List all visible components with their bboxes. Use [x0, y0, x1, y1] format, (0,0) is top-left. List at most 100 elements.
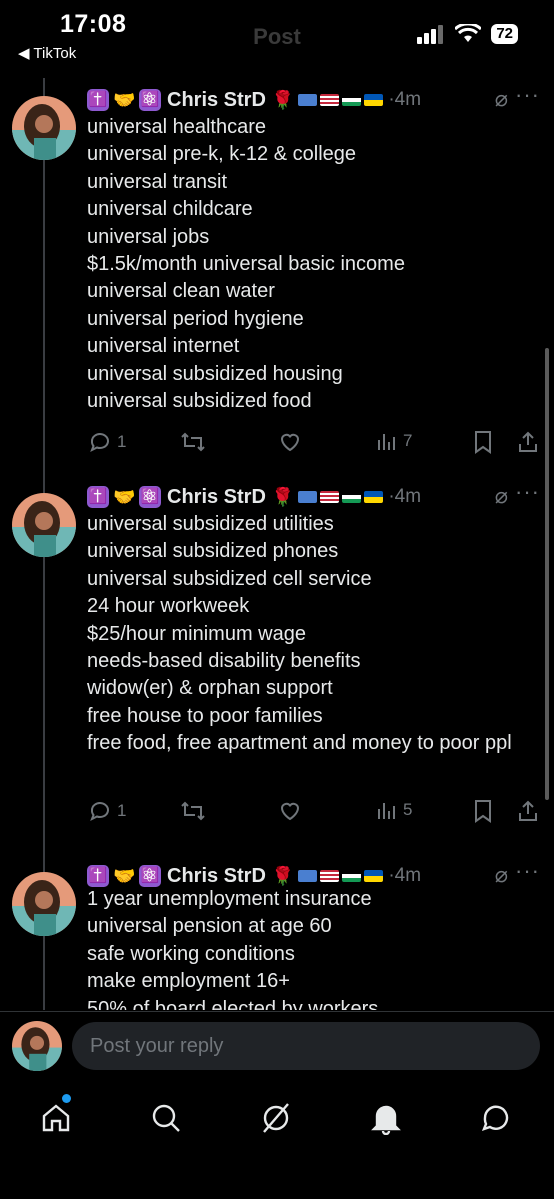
post-line: universal childcare	[87, 198, 253, 221]
flag-icon	[364, 870, 384, 882]
views-icon	[378, 434, 395, 450]
post-line: 24 hour workweek	[87, 595, 250, 618]
rose-icon: 🌹	[271, 89, 295, 110]
post-header: ✝️ 🤝 ⚛️ Chris StrD 🌹 ·4m	[87, 86, 540, 114]
tab-bar	[0, 1084, 554, 1199]
post-line: $1.5k/month universal basic income	[87, 253, 405, 276]
post-text: universal healthcare universal pre-k, k-…	[87, 114, 532, 415]
repost-icon	[181, 801, 205, 821]
share-button[interactable]	[516, 430, 540, 454]
status-bar: 17:08 ◀ TikTok Post 72	[0, 0, 554, 70]
avatar[interactable]	[12, 493, 76, 557]
author-name[interactable]: Chris StrD	[167, 865, 266, 888]
post-line: 50% of board elected by workers	[87, 997, 379, 1010]
post-line: universal clean water	[87, 280, 275, 303]
atom-badge-icon: ⚛️	[139, 89, 161, 111]
share-button[interactable]	[516, 799, 540, 823]
reply-input[interactable]: Post your reply	[72, 1022, 540, 1070]
rose-icon: 🌹	[271, 865, 295, 886]
cross-badge-icon: ✝️	[87, 89, 109, 111]
tab-search[interactable]	[146, 1098, 186, 1138]
post[interactable]: ✝️ 🤝 ⚛️ Chris StrD 🌹 ·4m ⌀ ··· 1 year un…	[0, 862, 554, 1010]
post-line: universal transit	[87, 170, 228, 193]
rose-icon: 🌹	[271, 486, 295, 507]
cross-badge-icon: ✝️	[87, 865, 109, 887]
flag-icon	[298, 94, 318, 106]
timestamp: ·4m	[388, 89, 422, 110]
reply-icon	[90, 802, 109, 822]
tab-messages[interactable]	[476, 1098, 516, 1138]
reply-count: 1	[117, 432, 127, 451]
messages-icon	[481, 1105, 509, 1131]
bookmark-button[interactable]	[472, 430, 494, 454]
search-icon	[152, 1104, 180, 1132]
repost-button[interactable]	[180, 799, 206, 823]
cross-badge-icon: ✝️	[87, 486, 109, 508]
more-icon[interactable]: ···	[515, 862, 540, 884]
post-line: 1 year unemployment insurance	[87, 888, 372, 910]
flag-icon	[320, 94, 340, 106]
flag-icon	[342, 94, 362, 106]
repost-button[interactable]	[180, 430, 206, 454]
share-icon	[519, 431, 537, 452]
grok-icon	[263, 1103, 289, 1133]
post-line: universal subsidized food	[87, 390, 312, 413]
share-icon	[519, 800, 537, 821]
reply-bar: Post your reply	[0, 1011, 554, 1084]
reply-button[interactable]: 1	[88, 799, 126, 823]
post-line: universal healthcare	[87, 116, 266, 138]
grok-icon[interactable]: ⌀	[495, 86, 508, 112]
post-line: free food, free apartment and money to p…	[87, 732, 512, 755]
avatar[interactable]	[12, 96, 76, 160]
post-line: widow(er) & orphan support	[87, 677, 333, 700]
avatar[interactable]	[12, 872, 76, 936]
tab-grok[interactable]	[256, 1098, 296, 1138]
flag-icon	[320, 491, 340, 503]
post-header: ✝️ 🤝 ⚛️ Chris StrD 🌹 ·4m	[87, 483, 540, 511]
views-button[interactable]: 5	[376, 799, 412, 821]
atom-badge-icon: ⚛️	[139, 865, 161, 887]
notification-dot	[62, 1094, 71, 1103]
home-icon	[42, 1104, 70, 1132]
post-line: $25/hour minimum wage	[87, 622, 306, 645]
post-line: safe working conditions	[87, 942, 295, 965]
post-line: universal subsidized housing	[87, 362, 343, 385]
reply-count: 1	[117, 801, 127, 820]
grok-icon[interactable]: ⌀	[495, 862, 508, 888]
flag-icon	[342, 491, 362, 503]
bookmark-icon	[475, 800, 491, 823]
views-button[interactable]: 7	[376, 430, 412, 452]
like-button[interactable]	[278, 799, 302, 823]
views-icon	[378, 803, 395, 819]
post-line: universal subsidized phones	[87, 540, 339, 563]
views-count: 7	[403, 431, 413, 450]
post-line: free house to poor families	[87, 704, 323, 727]
views-count: 5	[403, 800, 413, 819]
flag-icon	[364, 491, 384, 503]
flag-icon	[342, 870, 362, 882]
tab-home[interactable]	[36, 1098, 76, 1138]
heart-icon	[280, 802, 300, 821]
bookmark-button[interactable]	[472, 799, 494, 823]
handshake-badge-icon: 🤝	[113, 866, 136, 886]
more-icon[interactable]: ···	[515, 82, 540, 108]
like-button[interactable]	[278, 430, 302, 454]
post-line: universal jobs	[87, 225, 210, 248]
flag-icon	[298, 491, 318, 503]
post-line: universal internet	[87, 335, 240, 358]
post-text: universal subsidized utilities universal…	[87, 511, 532, 758]
avatar[interactable]	[12, 1021, 62, 1071]
post-line: universal subsidized cell service	[87, 567, 372, 590]
post-line: universal period hygiene	[87, 307, 304, 330]
more-icon[interactable]: ···	[515, 479, 540, 505]
post-line: universal pension at age 60	[87, 915, 332, 938]
reply-button[interactable]: 1	[88, 430, 126, 454]
scrollbar[interactable]	[545, 348, 549, 800]
tab-notifications[interactable]	[366, 1098, 406, 1138]
system-icons: 72	[417, 24, 518, 44]
grok-icon[interactable]: ⌀	[495, 483, 508, 509]
author-name[interactable]: Chris StrD	[167, 89, 266, 112]
author-name[interactable]: Chris StrD	[167, 486, 266, 509]
flag-icon	[364, 94, 384, 106]
post-line: universal pre-k, k-12 & college	[87, 143, 357, 166]
